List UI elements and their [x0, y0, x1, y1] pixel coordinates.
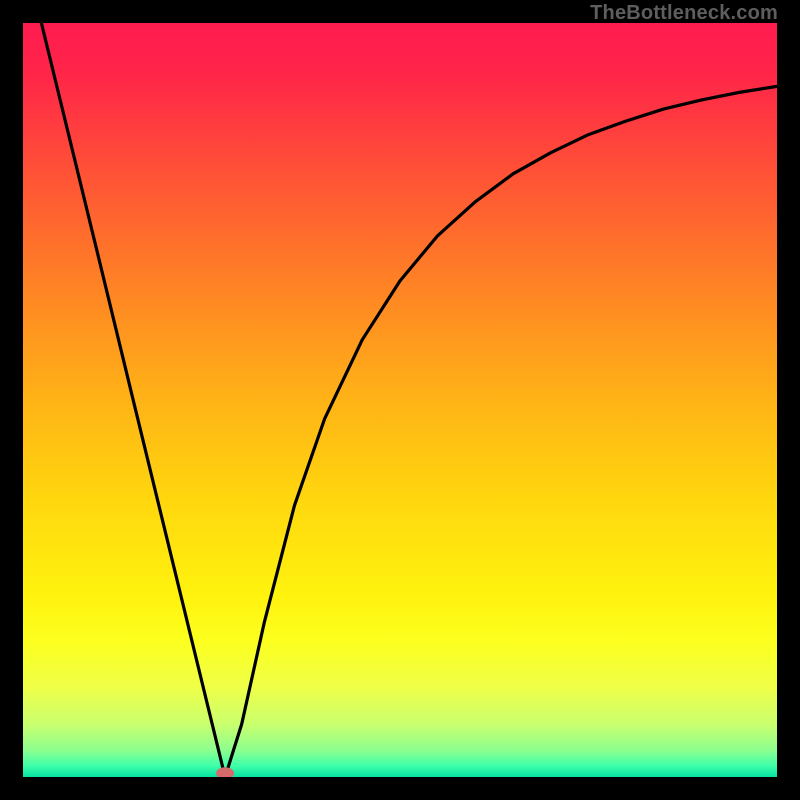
gradient-bg: [23, 23, 777, 777]
watermark-label: TheBottleneck.com: [590, 2, 778, 25]
bottleneck-chart: [23, 23, 777, 777]
chart-frame: [23, 23, 777, 777]
